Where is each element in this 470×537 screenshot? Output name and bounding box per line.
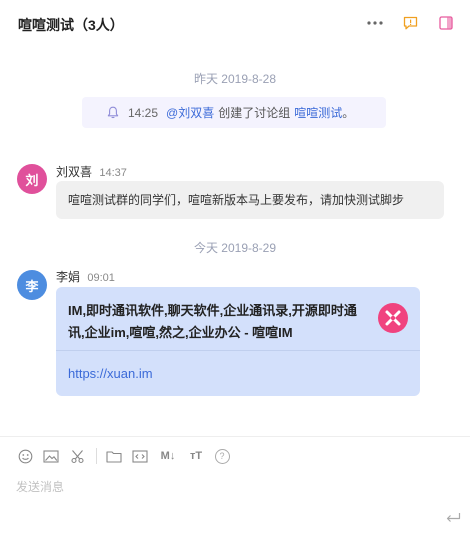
composer-divider bbox=[0, 436, 470, 437]
system-message: 14:25 @刘双喜 创建了讨论组 喧喧测试 。 bbox=[82, 97, 386, 128]
send-icon[interactable] bbox=[444, 510, 462, 526]
system-period: 。 bbox=[342, 106, 355, 120]
group-link[interactable]: 喧喧测试 bbox=[294, 104, 342, 121]
xuan-logo-icon bbox=[378, 303, 408, 333]
card-divider bbox=[56, 350, 420, 351]
bell-icon bbox=[106, 106, 120, 120]
avatar[interactable]: 李 bbox=[17, 270, 47, 300]
message-time: 14:37 bbox=[99, 167, 127, 179]
help-glyph: ? bbox=[214, 448, 230, 464]
chat-title: 喧喧测试（3人） bbox=[18, 17, 124, 33]
system-action: 创建了讨论组 bbox=[218, 106, 291, 120]
more-icon[interactable] bbox=[366, 14, 384, 32]
code-icon[interactable] bbox=[131, 447, 149, 465]
card-title[interactable]: IM,即时通讯软件,聊天软件,企业通讯录,开源即时通讯,企业im,喧喧,然之,企… bbox=[68, 300, 368, 344]
screenshot-icon[interactable] bbox=[68, 447, 86, 465]
message-sender: 刘双喜 14:37 bbox=[56, 163, 127, 180]
folder-icon[interactable] bbox=[105, 447, 123, 465]
date-divider: 昨天 2019-8-28 bbox=[193, 72, 277, 86]
notice-icon[interactable] bbox=[401, 14, 419, 32]
image-icon[interactable] bbox=[42, 447, 60, 465]
date-divider: 今天 2019-8-29 bbox=[193, 241, 277, 255]
sidebar-toggle-icon[interactable] bbox=[437, 14, 455, 32]
link-preview-card[interactable]: IM,即时通讯软件,聊天软件,企业通讯录,开源即时通讯,企业im,喧喧,然之,企… bbox=[56, 287, 420, 396]
message-sender: 李娟 09:01 bbox=[56, 268, 115, 285]
toolbar-separator bbox=[96, 448, 97, 464]
emoji-icon[interactable] bbox=[16, 447, 34, 465]
composer-toolbar: M↓ ᴛT ? bbox=[16, 447, 239, 465]
chat-window: 喧喧测试（3人） 昨天 2019-8-28 14:25 @刘双喜 创建了讨论组 … bbox=[0, 0, 470, 537]
system-time: 14:25 bbox=[128, 105, 159, 120]
message-bubble: 喧喧测试群的同学们，喧喧新版本马上要发布，请加快测试脚步 bbox=[56, 181, 444, 219]
message-input[interactable] bbox=[16, 477, 446, 497]
help-icon[interactable]: ? bbox=[213, 447, 231, 465]
chat-header: 喧喧测试（3人） bbox=[0, 0, 470, 48]
sender-name[interactable]: 李娟 bbox=[56, 270, 80, 284]
mention-link[interactable]: @刘双喜 bbox=[166, 104, 214, 121]
avatar[interactable]: 刘 bbox=[17, 164, 47, 194]
markdown-icon[interactable]: M↓ bbox=[157, 447, 179, 465]
message-time: 09:01 bbox=[87, 272, 115, 284]
font-size-icon[interactable]: ᴛT bbox=[187, 447, 205, 465]
card-url-link[interactable]: https://xuan.im bbox=[68, 366, 153, 381]
sender-name[interactable]: 刘双喜 bbox=[56, 165, 92, 179]
